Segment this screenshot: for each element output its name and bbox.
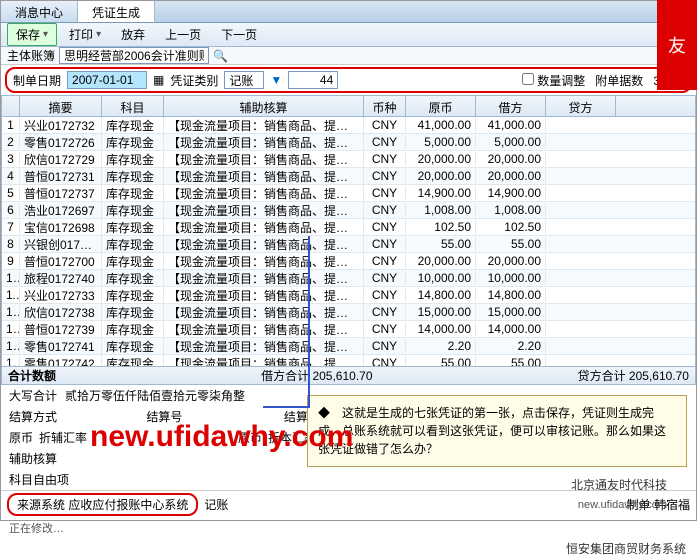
debit-total: 205,610.70 (312, 369, 372, 383)
tab-bar: 消息中心 凭证生成 (1, 1, 696, 23)
footer: 恒安集团商贸财务系统 (1, 538, 696, 559)
prev-page-button[interactable]: 上一页 (157, 24, 209, 45)
filter-row: 制单日期 ▦ 凭证类别 ▼ 数量调整 附单据数 3分录 (5, 67, 692, 93)
col-currency[interactable]: 币种 (364, 96, 406, 116)
tab-msg-center[interactable]: 消息中心 (1, 1, 78, 22)
main-ledger-input[interactable] (59, 47, 209, 64)
context-row: 主体账簿 🔍 (1, 47, 696, 65)
table-row[interactable]: 9普恒0172700库存现金【现金流量项目：销售商品、提供劳务收到的现金】CNY… (2, 253, 695, 270)
grid-header: 摘要 科目 辅助核算 币种 原币 借方 贷方 (1, 95, 696, 117)
table-row[interactable]: 12欣信0172738库存现金【现金流量项目：销售商品、提供劳务收到的现金】CN… (2, 304, 695, 321)
col-orig[interactable]: 原币 (406, 96, 476, 116)
table-row[interactable]: 2零售0172726库存现金【现金流量项目：销售商品、提供劳务收到的现金】CNY… (2, 134, 695, 151)
table-row[interactable]: 3欣信0172729库存现金【现金流量项目：销售商品、提供劳务收到的现金】CNY… (2, 151, 695, 168)
abandon-button[interactable]: 放弃 (113, 24, 153, 45)
totals-row: 合计数额 借方合计 205,610.70 贷方合计 205,610.70 (1, 367, 696, 385)
tab-voucher-gen[interactable]: 凭证生成 (78, 1, 155, 22)
col-subject[interactable]: 科目 (102, 96, 164, 116)
attach-label: 附单据数 (595, 72, 643, 89)
qty-adjust-check[interactable]: 数量调整 (522, 72, 585, 89)
table-row[interactable]: 4普恒0172731库存现金【现金流量项目：销售商品、提供劳务收到的现金】CNY… (2, 168, 695, 185)
col-debit[interactable]: 借方 (476, 96, 546, 116)
table-row[interactable]: 11兴业0172733库存现金【现金流量项目：销售商品、提供劳务收到的现金】CN… (2, 287, 695, 304)
brand-logo: 友 (657, 0, 697, 90)
col-aux[interactable]: 辅助核算 (164, 96, 364, 116)
toolbar: 保存▾ 打印▾ 放弃 上一页 下一页 (1, 23, 696, 47)
credit-total: 205,610.70 (629, 369, 689, 383)
voucher-date-input[interactable] (67, 71, 147, 89)
voucher-type-input[interactable] (224, 71, 264, 89)
table-row[interactable]: 14零售0172741库存现金【现金流量项目：销售商品、提供劳务收到的现金】CN… (2, 338, 695, 355)
next-page-button[interactable]: 下一页 (213, 24, 265, 45)
source-system: 应收应付报账中心系统 (68, 498, 188, 512)
source-row: 来源系统 应收应付报账中心系统 记账 制单 韩宿福 (1, 491, 696, 518)
status-bar: 正在修改… (1, 518, 696, 538)
table-row[interactable]: 15零售0172742库存现金【现金流量项目：销售商品、提供劳务收到的现金】CN… (2, 355, 695, 367)
amount-in-words: 贰拾万零伍仟陆佰壹拾元零柒角整 (65, 387, 245, 404)
maker-label: 制单 韩宿福 (627, 496, 690, 513)
table-row[interactable]: 7宝信0172698库存现金【现金流量项目：销售商品、提供劳务收到的现金】CNY… (2, 219, 695, 236)
table-row[interactable]: 13普恒0172739库存现金【现金流量项目：销售商品、提供劳务收到的现金】CN… (2, 321, 695, 338)
table-row[interactable]: 10旅程0172740库存现金【现金流量项目：销售商品、提供劳务收到的现金】CN… (2, 270, 695, 287)
col-credit[interactable]: 贷方 (546, 96, 616, 116)
save-button[interactable]: 保存▾ (7, 23, 57, 46)
type-label: 凭证类别 (170, 72, 218, 89)
col-summary[interactable]: 摘要 (20, 96, 102, 116)
dropdown-icon[interactable]: ▼ (270, 73, 282, 87)
search-icon[interactable]: 🔍 (213, 49, 228, 63)
main-ledger-label: 主体账簿 (7, 47, 55, 64)
table-row[interactable]: 8兴银创0172699库存现金【现金流量项目：销售商品、提供劳务收到的现金】CN… (2, 236, 695, 253)
table-row[interactable]: 6浩业0172697库存现金【现金流量项目：销售商品、提供劳务收到的现金】CNY… (2, 202, 695, 219)
print-button[interactable]: 打印▾ (61, 24, 109, 45)
tutorial-callout: ◆ 这就是生成的七张凭证的第一张，点击保存，凭证则生成完成。总账系统就可以看到这… (307, 395, 687, 467)
table-row[interactable]: 5普恒0172737库存现金【现金流量项目：销售商品、提供劳务收到的现金】CNY… (2, 185, 695, 202)
calendar-icon[interactable]: ▦ (153, 73, 164, 87)
date-label: 制单日期 (13, 72, 61, 89)
table-row[interactable]: 1兴业0172732库存现金【现金流量项目：销售商品、提供劳务收到的现金】CNY… (2, 117, 695, 134)
voucher-num-input[interactable] (288, 71, 338, 89)
voucher-grid[interactable]: 1兴业0172732库存现金【现金流量项目：销售商品、提供劳务收到的现金】CNY… (1, 117, 696, 367)
